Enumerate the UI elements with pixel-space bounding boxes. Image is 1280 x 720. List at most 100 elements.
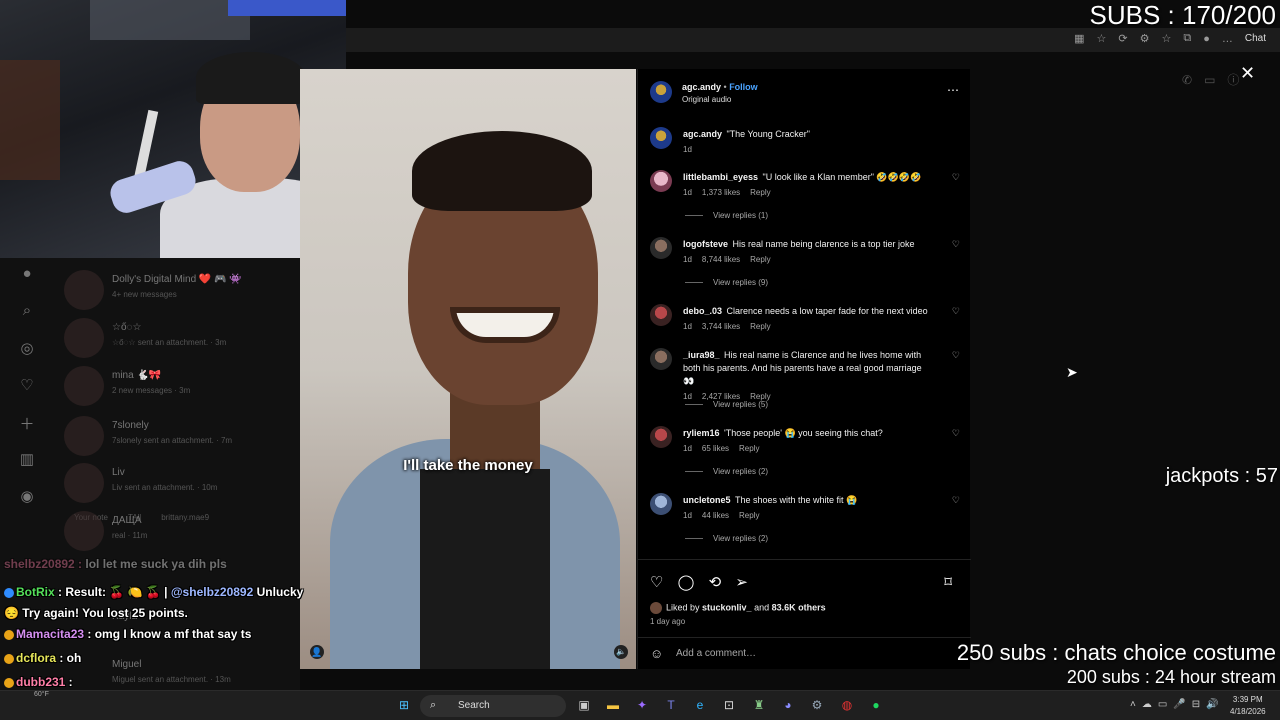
view-replies-button[interactable]: View replies (2) [685,467,768,476]
dm-thread[interactable]: ДАЩА real · 11m [64,511,294,557]
comment-username[interactable]: ryliem16 [683,428,720,438]
like-comment-heart-icon[interactable]: ♡ [952,172,960,183]
author-avatar[interactable] [650,81,672,103]
avatar[interactable] [650,237,672,259]
view-replies-button[interactable]: View replies (2) [685,534,768,543]
follow-button[interactable]: Follow [729,82,758,92]
collections-icon[interactable]: ⧉ [1183,32,1191,45]
more-icon[interactable]: … [1222,33,1233,45]
copilot-icon[interactable]: ✦ [633,696,651,714]
store-icon[interactable]: ⊡ [720,696,738,714]
spotify-icon[interactable]: ● [867,696,885,714]
dm-name: ДАЩА [112,515,142,526]
like-comment-heart-icon[interactable]: ♡ [952,239,960,250]
favorite-star-icon[interactable]: ☆ [1097,32,1107,45]
steam-icon[interactable]: ⚙ [808,696,826,714]
avatar[interactable] [650,304,672,326]
comment-username[interactable]: agc.andy [683,129,722,139]
start-icon[interactable]: ⊞ [395,696,413,714]
dm-thread[interactable]: mina 🐇🎀 2 new messages · 3m [64,366,294,412]
comment-icon[interactable]: ◯ [678,573,695,591]
refresh-icon[interactable]: ⟳ [1118,32,1127,45]
comment-username[interactable]: debo_.03 [683,306,722,316]
comment-likes[interactable]: 1,373 likes [702,188,740,197]
emoji-icon[interactable]: ☺ [650,646,663,661]
discord-icon[interactable]: ◕ [779,696,797,714]
comment-username[interactable]: logofsteve [683,239,728,249]
goal-250: 250 subs : chats choice costume [956,640,1276,665]
sub-badge-icon [4,653,14,664]
like-comment-heart-icon[interactable]: ♡ [952,350,960,361]
phone-icon[interactable]: ✆ [1182,73,1204,87]
system-tray[interactable]: ˄☁▭🎤⊟🔊 [1130,699,1225,710]
add-comment-input[interactable]: Add a comment… [676,648,756,659]
create-icon[interactable]: ＋ [10,413,44,450]
video-call-icon[interactable]: ▭ [1204,73,1227,87]
split-screen-icon[interactable]: ▦ [1074,32,1084,45]
reply-button[interactable]: Reply [750,322,770,331]
repost-icon[interactable]: ⟲ [709,573,722,591]
share-icon[interactable]: ➢ [735,573,748,591]
reply-button[interactable]: Reply [750,255,770,264]
dm-thread[interactable]: 7slonely 7slonely sent an attachment. · 7… [64,416,294,462]
edge-icon[interactable]: e [691,696,709,714]
audio-label[interactable]: Original audio [682,95,731,104]
copilot-chat-button[interactable]: Chat [1245,33,1266,44]
dm-thread[interactable]: Liv Liv sent an attachment. · 10m [64,463,294,509]
favorites-icon[interactable]: ☆ [1161,32,1171,45]
comment-username[interactable]: _iura98_ [683,350,720,360]
liker-avatar[interactable] [650,602,662,614]
close-icon[interactable]: ✕ [1240,63,1255,84]
view-replies-button[interactable]: View replies (9) [685,278,768,287]
clock[interactable]: 3:39 PM 4/18/2026 [1230,694,1266,718]
comment-likes[interactable]: 65 likes [702,444,729,453]
bookmark-icon[interactable]: ⌑ [944,573,952,591]
teams-icon[interactable]: T [662,696,680,714]
add-comment-bar[interactable]: ☺ Add a comment… [638,637,971,669]
profile-icon[interactable]: ● [1203,33,1210,45]
avatar[interactable] [650,348,672,370]
taskbar-search[interactable]: ⌕ Search [420,695,566,717]
liked-by-user[interactable]: stuckonliv_ [702,602,752,612]
reply-button[interactable]: Reply [750,188,770,197]
comment-likes[interactable]: 3,744 likes [702,322,740,331]
avatar[interactable] [650,426,672,448]
chat-username: dcflora [16,651,57,665]
task-view-icon[interactable]: ▣ [575,696,593,714]
liked-by-others[interactable]: 83.6K others [772,602,826,612]
extensions-icon[interactable]: ⚙ [1140,32,1150,45]
heart-icon[interactable]: ♡ [10,376,44,413]
like-heart-icon[interactable]: ♡ [650,573,663,591]
dm-thread[interactable]: ☆ő◌☆ ☆ő◌☆ sent an attachment. · 3m [64,318,294,364]
obs-icon[interactable]: ◍ [838,696,856,714]
avatar[interactable] [650,170,672,192]
profile-avatar-icon[interactable]: ◉ [10,487,44,524]
volume-icon[interactable]: 🔈 [614,645,628,659]
like-comment-heart-icon[interactable]: ♡ [952,495,960,506]
app-icon[interactable]: ♜ [750,696,768,714]
author-username[interactable]: agc.andy [682,82,721,92]
comment-likes[interactable]: 8,744 likes [702,255,740,264]
like-comment-heart-icon[interactable]: ♡ [952,428,960,439]
file-explorer-icon[interactable]: ▬ [604,696,622,714]
tagged-user-icon[interactable]: 👤 [310,645,324,659]
view-replies-button[interactable]: View replies (1) [685,211,768,220]
comment-username[interactable]: littlebambi_eyess [683,172,758,182]
more-options-icon[interactable]: ⋯ [947,83,959,97]
reel-video[interactable]: I'll take the money 👤 🔈 [300,69,636,669]
reply-button[interactable]: Reply [739,444,759,453]
weather-widget[interactable]: 60°F [34,691,49,698]
avatar[interactable] [650,493,672,515]
dashboard-icon[interactable]: ▥ [10,450,44,487]
reply-button[interactable]: Reply [739,511,759,520]
chat-message: shelbz20892 : lol let me suck ya dih pls [4,557,304,571]
like-comment-heart-icon[interactable]: ♡ [952,306,960,317]
dm-thread[interactable]: Dolly's Digital Mind ❤️ 🎮 👾 4+ new messag… [64,270,294,316]
search-icon[interactable]: ⌕ [10,302,44,339]
explore-icon[interactable]: ◎ [10,339,44,376]
comment-likes[interactable]: 44 likes [702,511,729,520]
avatar[interactable] [650,127,672,149]
notification-icon[interactable]: ● [10,265,44,302]
view-replies-button[interactable]: View replies (5) [685,400,768,409]
comment-username[interactable]: uncletone5 [683,495,731,505]
